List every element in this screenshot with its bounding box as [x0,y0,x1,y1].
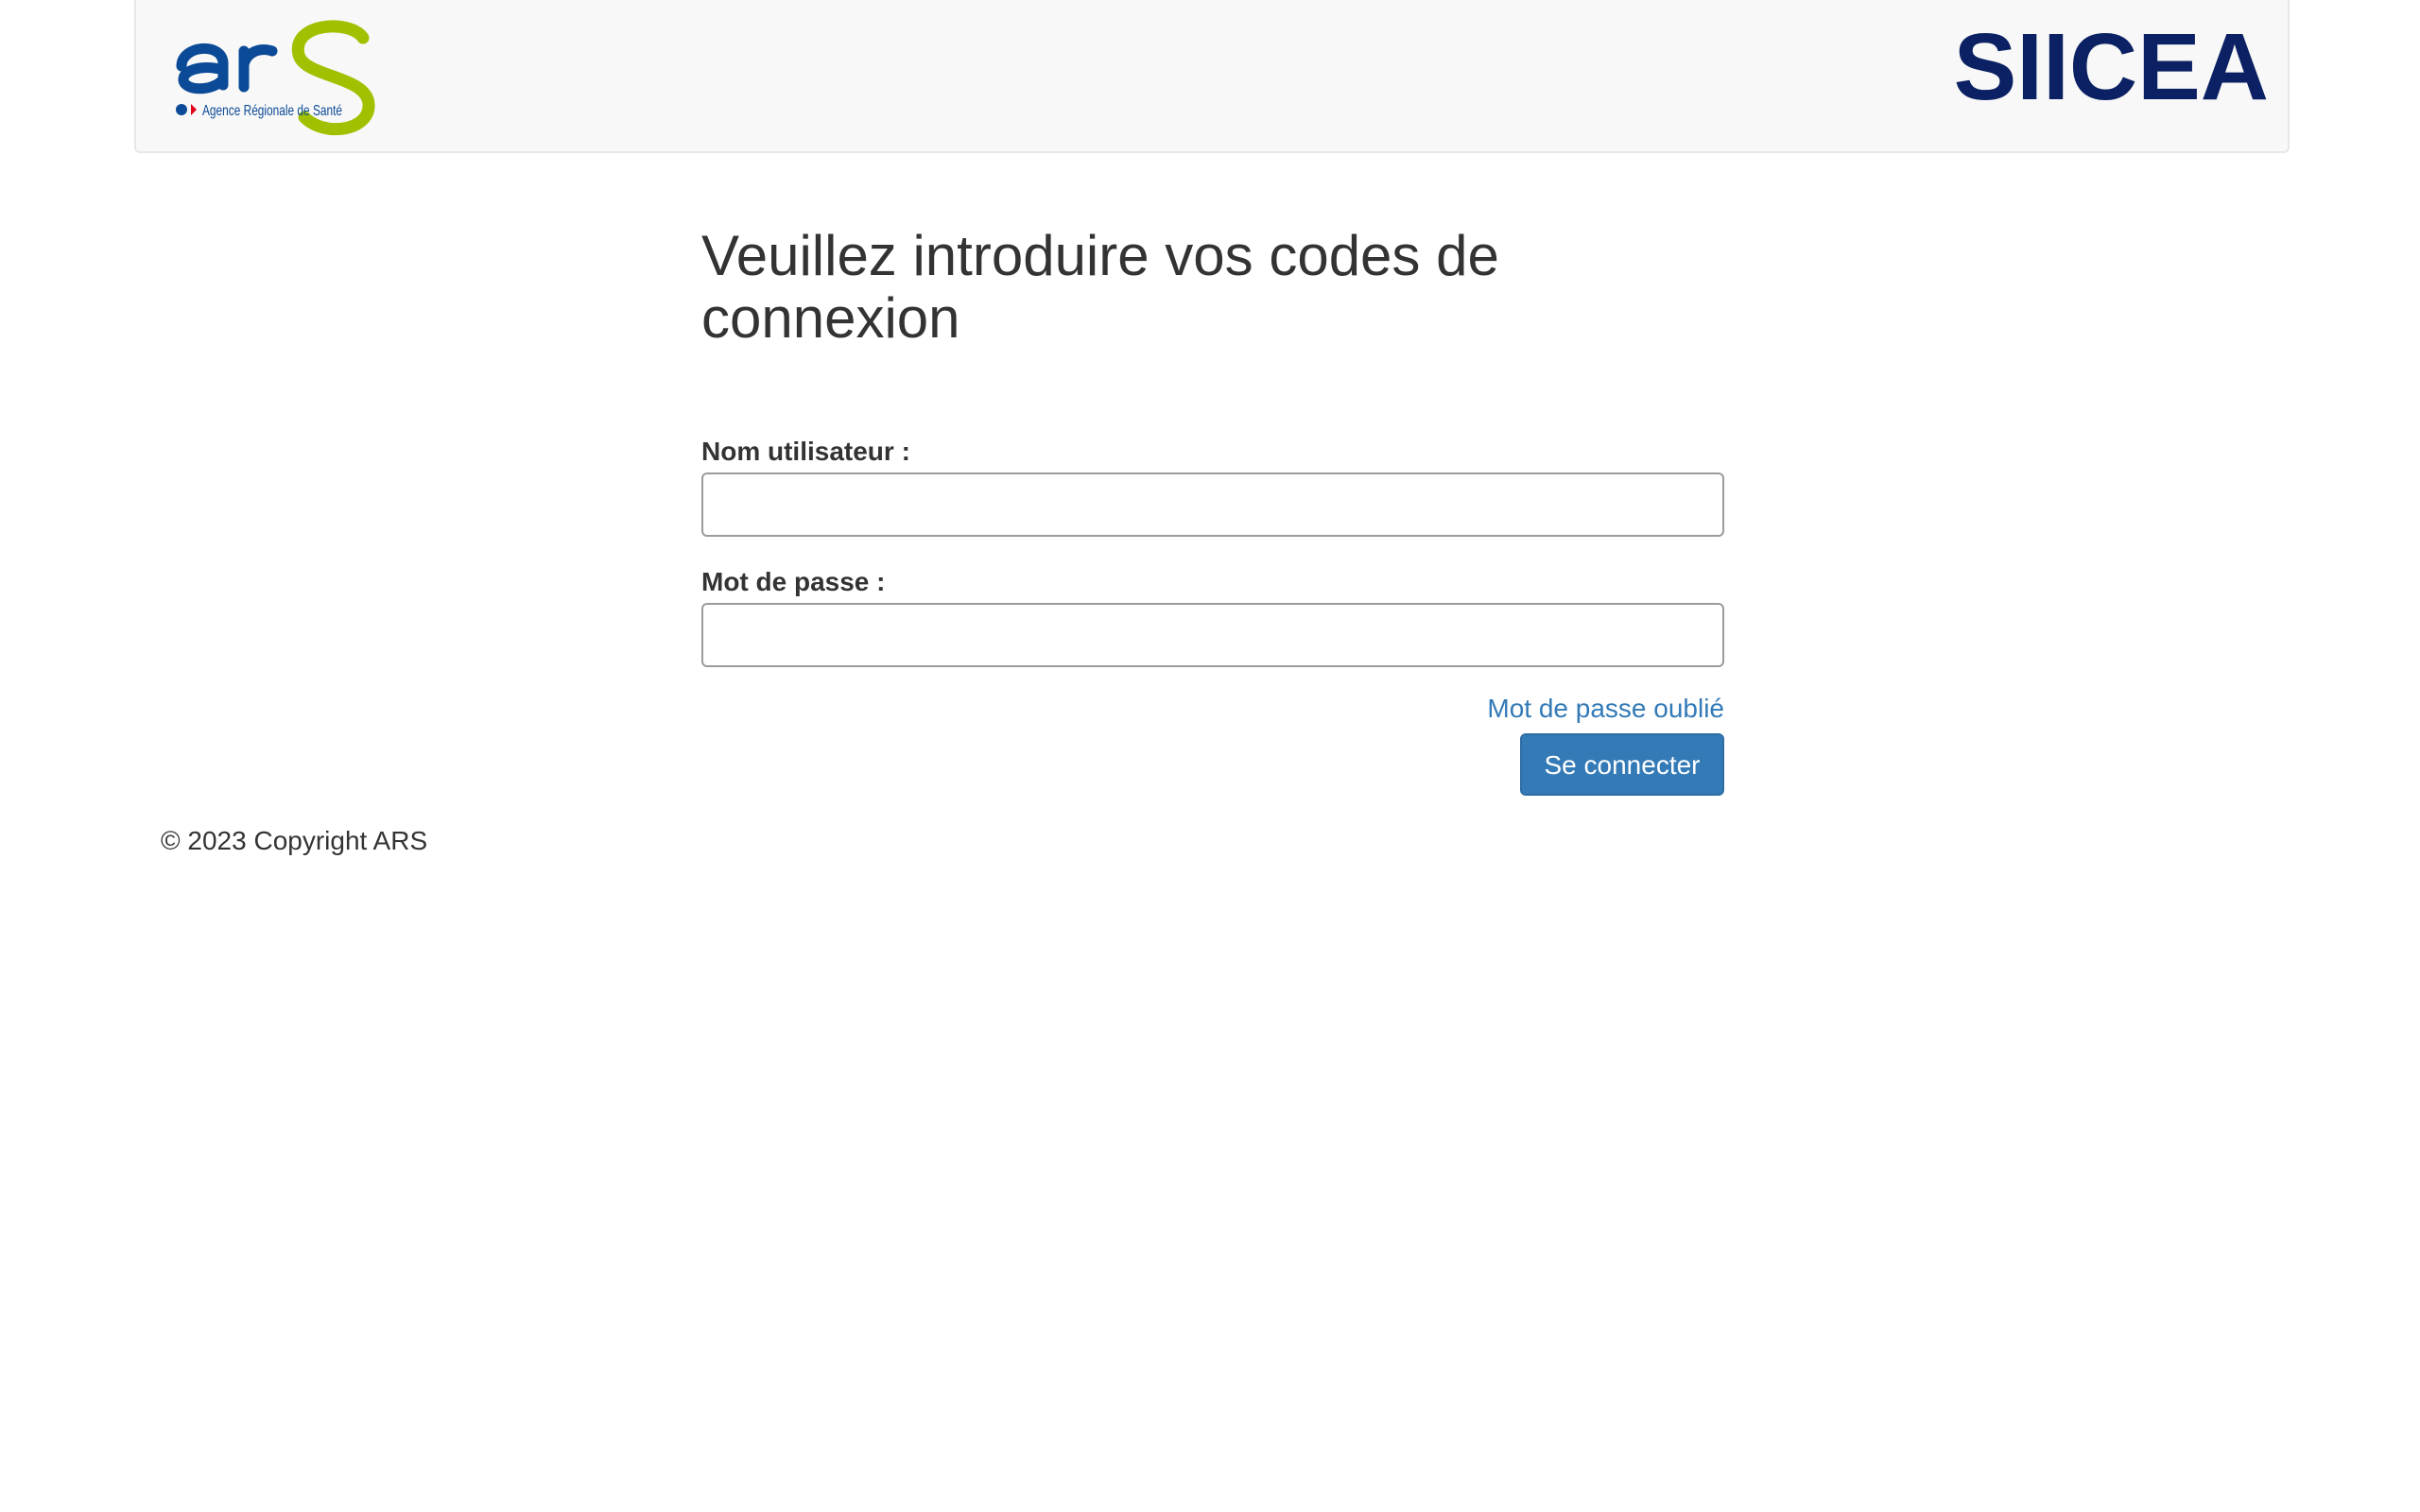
login-panel: Veuillez introduire vos codes de connexi… [701,224,1724,796]
top-header: Agence Régionale de Santé SIICEA [134,0,2290,153]
form-actions: Mot de passe oublié Se connecter [1487,694,1724,796]
app-title: SIICEA [1953,14,2269,120]
password-label: Mot de passe : [701,567,886,596]
username-label: Nom utilisateur : [701,437,910,466]
username-group: Nom utilisateur : [701,437,1724,537]
logo-tagline: Agence Régionale de Santé [202,103,342,119]
username-input[interactable] [701,472,1724,537]
page-title: Veuillez introduire vos codes de connexi… [701,224,1499,350]
forgot-password-link[interactable]: Mot de passe oublié [1487,694,1724,724]
password-input[interactable] [701,603,1724,667]
footer-copyright: © 2023 Copyright ARS [161,826,428,855]
ars-logo: Agence Régionale de Santé [176,20,375,136]
password-group: Mot de passe : [701,567,1724,667]
login-button[interactable]: Se connecter [1520,733,1724,796]
